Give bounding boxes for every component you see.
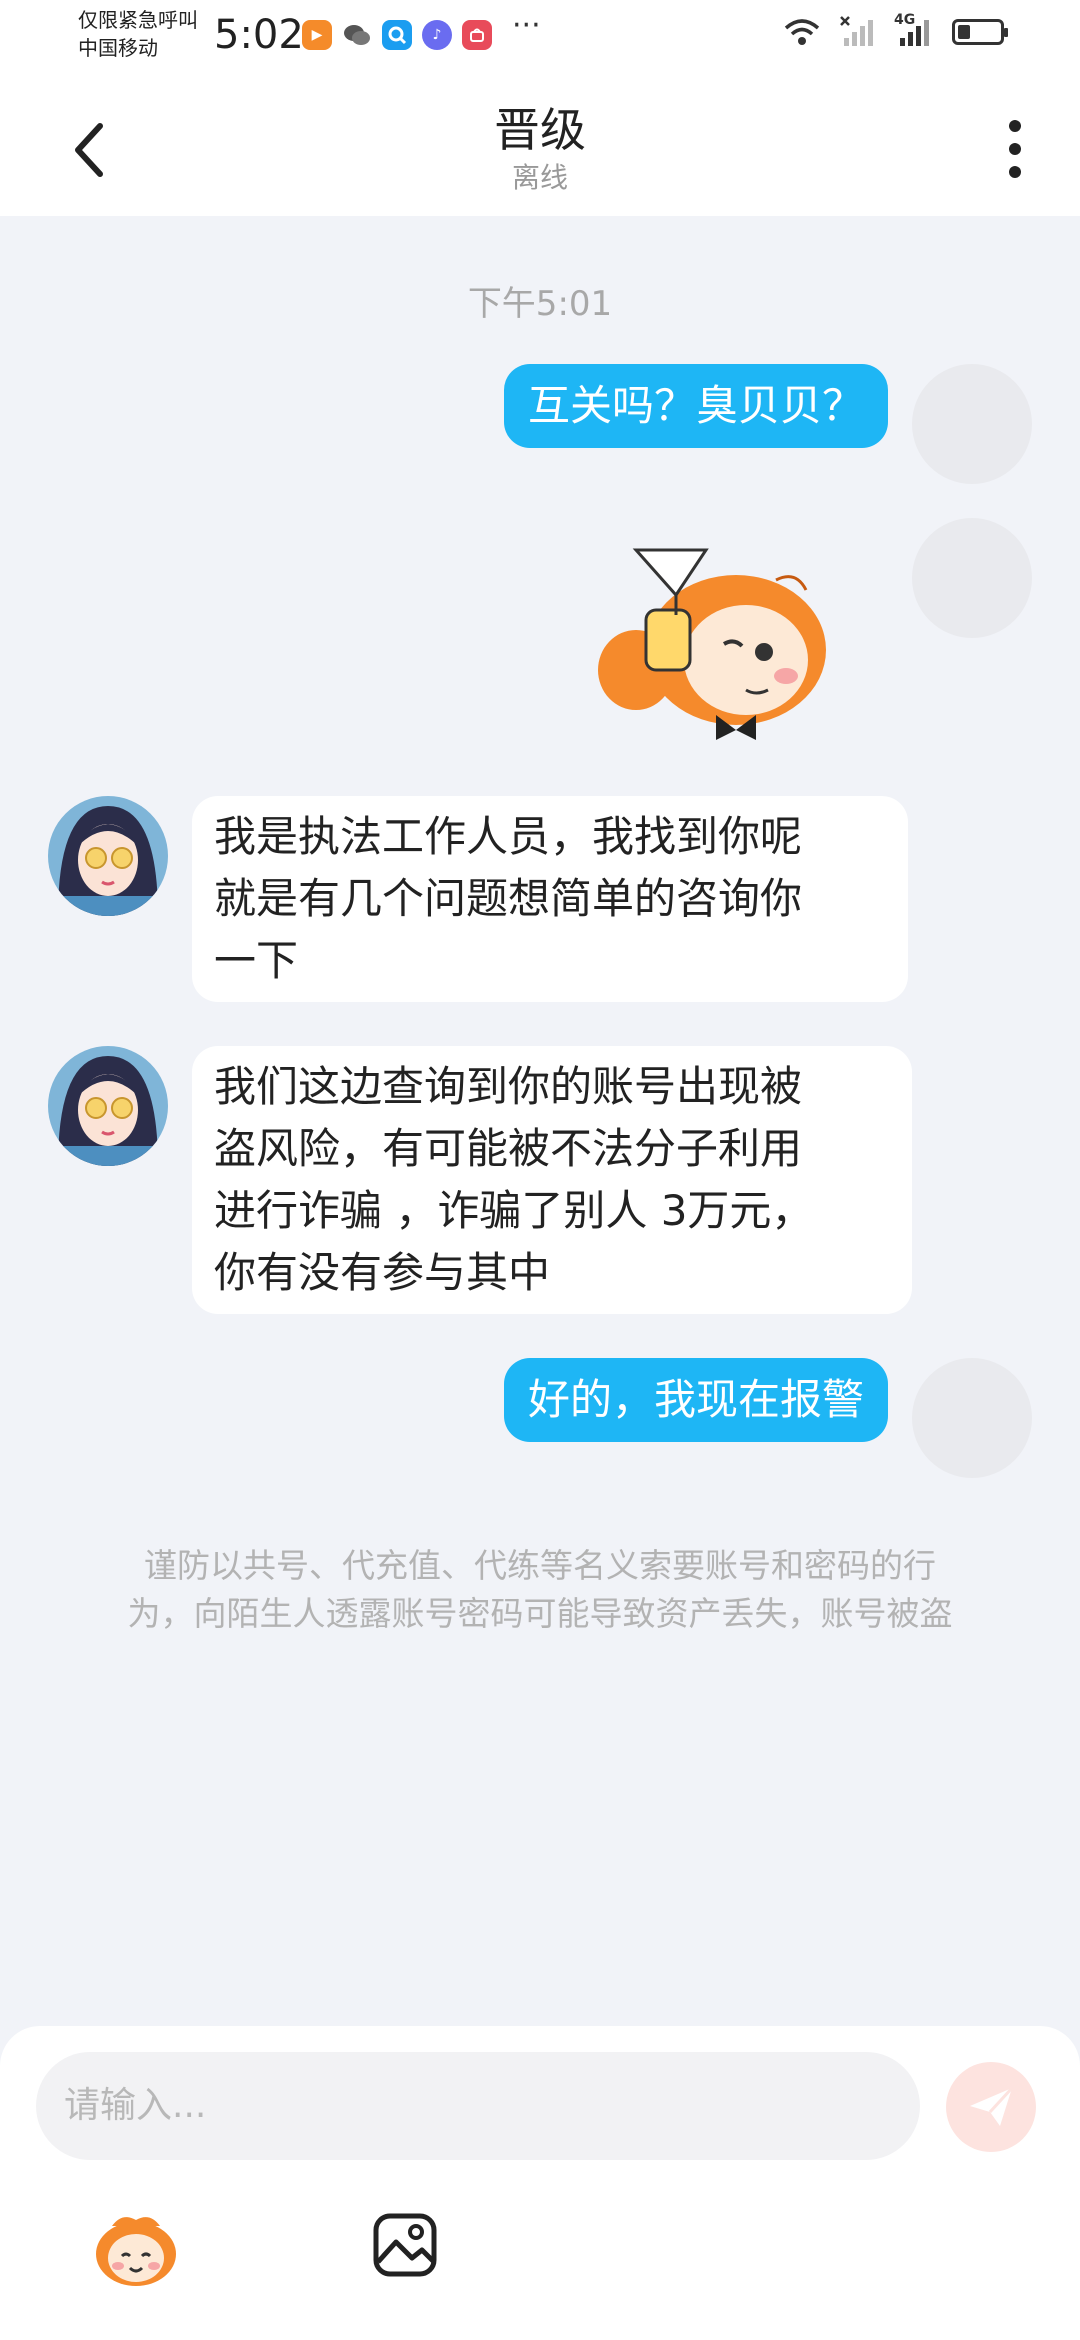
more-vertical-icon[interactable] (1000, 114, 1030, 184)
video-app-icon: ▶ (302, 20, 332, 50)
notice-line: 谨防以共号、代充值、代练等名义索要账号和密码的行 (144, 1546, 936, 1585)
my-avatar[interactable] (912, 518, 1032, 638)
message-composer: 请输入... (0, 2026, 1080, 2340)
send-button[interactable] (946, 2062, 1036, 2152)
status-time: 5:02 (214, 12, 304, 58)
contact-avatar[interactable] (48, 1046, 168, 1166)
huawei-store-icon (462, 20, 492, 50)
message-line: 就是有几个问题想简单的咨询你 (214, 874, 803, 923)
image-icon[interactable] (372, 2212, 438, 2278)
signal-no-service-icon (840, 16, 873, 46)
wifi-icon (784, 19, 820, 45)
carrier-line-1: 仅限紧急呼叫 (78, 8, 198, 32)
status-bar: 仅限紧急呼叫 中国移动 5:02 ▶ ♪ ··· 4G (0, 0, 1080, 72)
my-avatar[interactable] (912, 364, 1032, 484)
carrier-line-2: 中国移动 (78, 36, 158, 60)
system-status-icons: 4G (782, 12, 1008, 48)
signal-icon: 4G (894, 12, 934, 48)
notice-line: 为，向陌生人透露账号密码可能导致资产丢失，账号被盗 (127, 1594, 953, 1633)
incoming-message[interactable]: 我是执法工作人员，我找到你呢 就是有几个问题想简单的咨询你 一下 (192, 796, 908, 1002)
message-input[interactable]: 请输入... (36, 2052, 920, 2160)
incoming-message[interactable]: 我们这边查询到你的账号出现被 盗风险，有可能被不法分子利用 进行诈骗 ，诈骗了别… (192, 1046, 912, 1314)
message-timestamp: 下午5:01 (467, 284, 613, 324)
send-icon (970, 2086, 1014, 2126)
message-line: 我们这边查询到你的账号出现被 (214, 1062, 803, 1111)
online-status: 离线 (511, 161, 568, 194)
carrier-info: 仅限紧急呼叫 中国移动 (78, 6, 198, 62)
message-line: 我是执法工作人员，我找到你呢 (214, 812, 803, 861)
contact-avatar[interactable] (48, 796, 168, 916)
outgoing-message[interactable]: 互关吗？臭贝贝？ (503, 364, 888, 448)
contact-name: 晋级 (494, 103, 586, 157)
outgoing-message[interactable]: 好的，我现在报警 (503, 1358, 888, 1442)
message-line: 盗风险，有可能被不法分子利用 (214, 1124, 803, 1173)
browser-icon (382, 20, 412, 50)
mascot-emoji-icon[interactable] (92, 2212, 180, 2288)
message-line: 你有没有参与其中 (214, 1248, 551, 1297)
more-notifications-indicator: ··· (512, 8, 541, 43)
chat-header: 晋级 离线 (0, 72, 1080, 216)
my-avatar[interactable] (912, 1358, 1032, 1478)
battery-icon (952, 19, 1008, 45)
notification-icons: ▶ ♪ (302, 20, 492, 50)
message-line: 一下 (214, 936, 299, 985)
wechat-icon (342, 20, 372, 50)
security-notice: 谨防以共号、代充值、代练等名义索要账号和密码的行 为，向陌生人透露账号密码可能导… (86, 1542, 994, 1638)
sticker-message[interactable] (596, 540, 856, 740)
message-line: 进行诈骗 ，诈骗了别人 3万元， (214, 1186, 814, 1235)
music-icon: ♪ (422, 20, 452, 50)
